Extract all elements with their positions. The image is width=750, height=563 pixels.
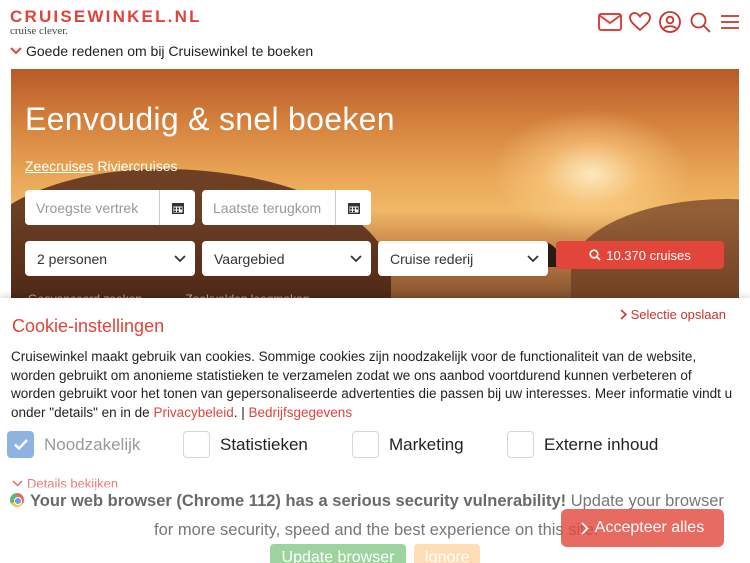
external-checkbox[interactable] [507,431,534,458]
option-marketing[interactable]: Marketing [352,431,464,458]
cookie-description: Cruisewinkel maakt gebruik van cookies. … [11,348,736,422]
mail-icon[interactable] [598,10,622,34]
warning-bold: Your web browser (Chrome 112) has a seri… [30,492,567,510]
save-selection-label: Selectie opslaan [630,307,726,322]
chevron-right-icon [581,521,589,535]
cookie-title: Cookie-instellingen [12,316,165,336]
region-select[interactable]: Vaargebied [202,241,371,276]
warning-rest: Update your browser [566,492,724,510]
hero-title: Eenvoudig & snel boeken [25,101,395,137]
update-browser-button[interactable]: Update browser [270,544,406,563]
cookie-text: Cruisewinkel maakt gebruik van cookies. … [11,349,733,420]
return-date-input[interactable]: Laatste terugkom [202,200,335,216]
necessary-checkbox [7,431,34,458]
cruise-type-tabs: Zeecruises Riviercruises [25,158,177,174]
reasons-label: Goede redenen om bij Cruisewinkel te boe… [26,43,314,59]
site-header: CRUISEWINKEL.NL cruise clever. Goede red… [0,0,750,69]
tab-sea-cruises[interactable]: Zeecruises [25,158,93,174]
chrome-icon [10,493,24,507]
chevron-down-icon [10,47,22,55]
link-separator: . | [233,404,249,420]
chevron-down-icon [518,254,548,263]
chevron-right-icon [620,309,627,320]
search-cruises-button[interactable]: 10.370 cruises [556,241,724,269]
logo[interactable]: CRUISEWINKEL.NL cruise clever. [10,8,202,37]
marketing-label: Marketing [389,434,464,454]
logo-tagline: cruise clever. [10,25,69,37]
accept-all-label: Accepteer alles [594,519,705,536]
chevron-down-icon [165,254,195,263]
check-icon [13,439,28,451]
cookie-options: Noodzakelijk Statistieken Marketing Exte… [7,431,747,459]
option-statistics[interactable]: Statistieken [183,431,308,458]
search-icon [589,249,601,261]
persons-value: 2 personen [37,250,108,267]
region-value: Vaargebied [214,250,285,267]
external-label: Externe inhoud [544,434,659,454]
accept-all-button[interactable]: Accepteer alles [561,509,724,547]
tab-river-cruises[interactable]: Riviercruises [97,158,177,174]
statistics-checkbox[interactable] [183,431,210,458]
chevron-down-icon [341,254,371,263]
warning-line-2: for more security, speed and the best ex… [154,521,599,539]
save-selection-link[interactable]: Selectie opslaan [620,307,726,322]
cruise-line-select[interactable]: Cruise rederij [378,241,548,276]
cruise-line-value: Cruise rederij [390,250,474,267]
heart-icon[interactable] [628,10,652,34]
necessary-label: Noodzakelijk [44,434,141,454]
company-details-link[interactable]: Bedrijfsgegevens [249,405,353,420]
reasons-toggle[interactable]: Goede redenen om bij Cruisewinkel te boe… [10,43,313,59]
return-date-field[interactable]: Laatste terugkom [202,190,371,225]
privacy-link[interactable]: Privacybeleid [153,405,233,420]
option-external[interactable]: Externe inhoud [507,431,658,458]
header-icons [598,10,742,34]
search-cruises-label: 10.370 cruises [606,247,691,263]
departure-date-field[interactable]: Vroegste vertrek [25,190,195,225]
search-icon[interactable] [688,10,712,34]
statistics-label: Statistieken [220,434,308,454]
calendar-icon[interactable] [335,190,371,225]
option-necessary: Noodzakelijk [7,431,140,458]
chevron-down-icon [12,480,23,487]
persons-select[interactable]: 2 personen [25,241,195,276]
marketing-checkbox[interactable] [352,431,379,458]
user-icon[interactable] [658,10,682,34]
logo-wordmark: CRUISEWINKEL.NL [10,7,202,26]
departure-date-input[interactable]: Vroegste vertrek [25,200,159,216]
ignore-button[interactable]: Ignore [414,544,480,563]
menu-icon[interactable] [718,10,742,34]
calendar-icon[interactable] [159,190,195,225]
